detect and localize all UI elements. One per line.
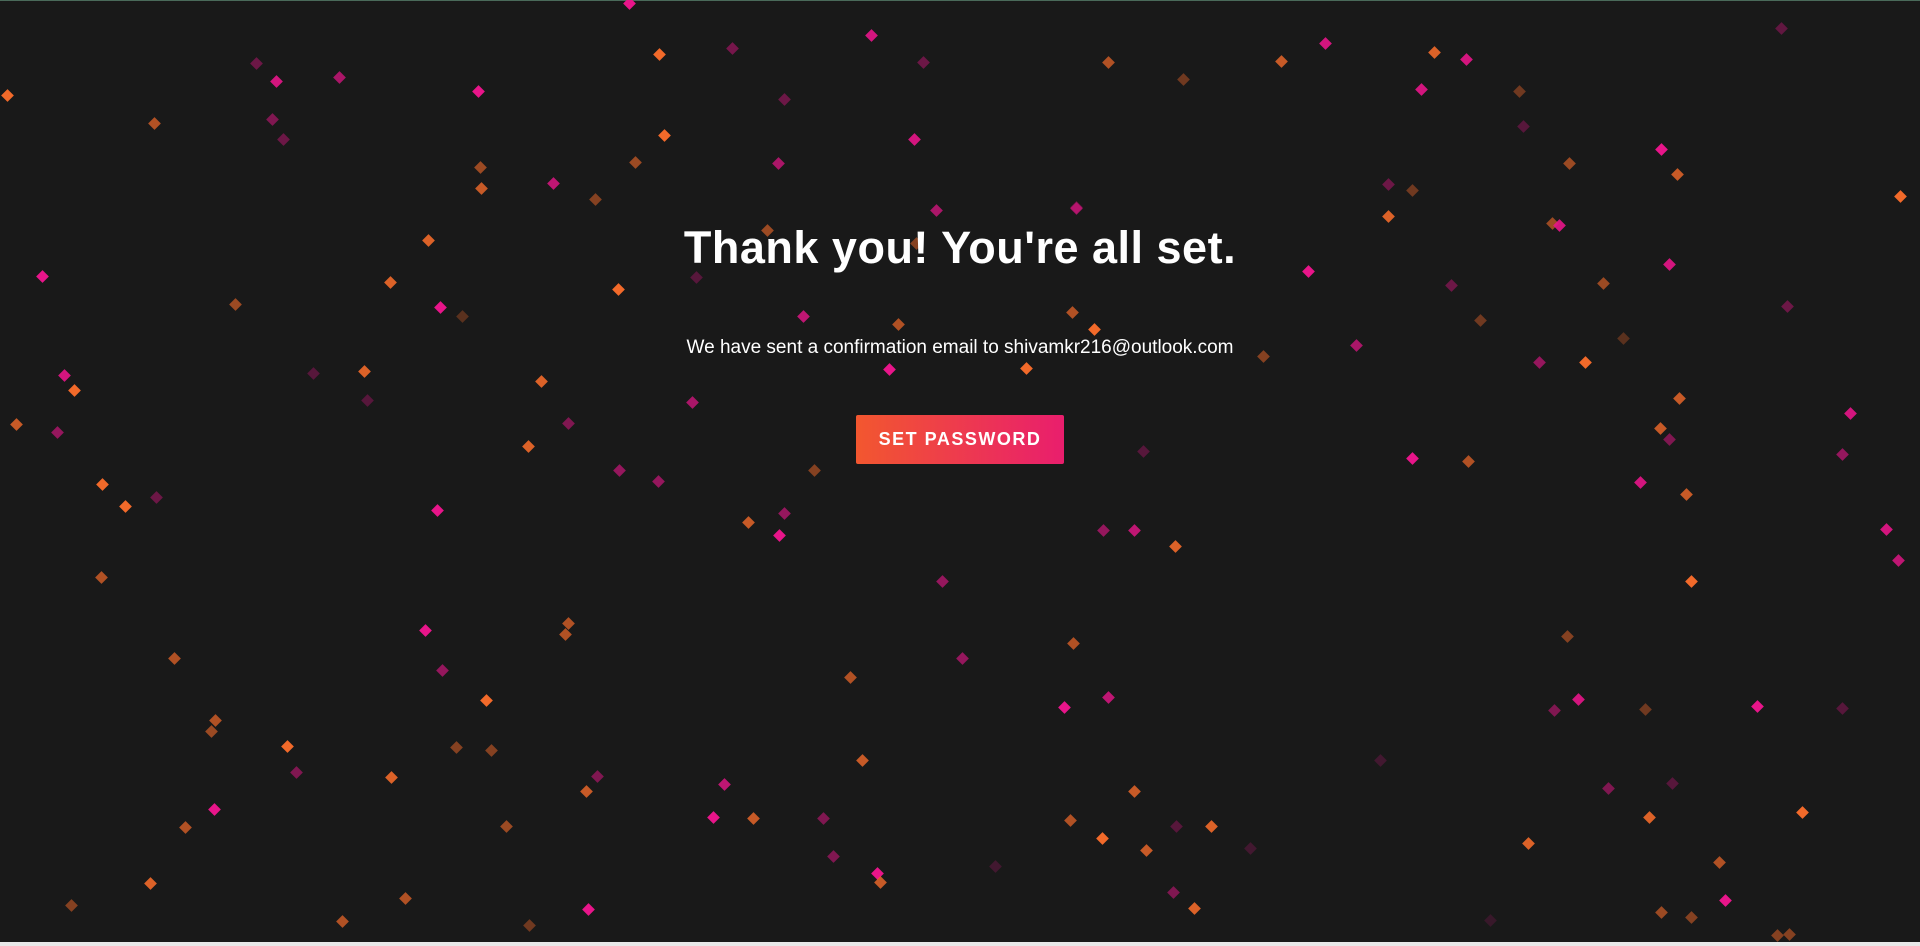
page-title: Thank you! You're all set. [683, 222, 1237, 273]
bottom-scrollbar [0, 942, 1920, 946]
confirmation-message: We have sent a confirmation email to shi… [686, 337, 1234, 358]
set-password-button[interactable]: SET PASSWORD [856, 415, 1064, 464]
confirmation-panel: Thank you! You're all set. We have sent … [0, 0, 1920, 946]
page-background: Thank you! You're all set. We have sent … [0, 0, 1920, 946]
